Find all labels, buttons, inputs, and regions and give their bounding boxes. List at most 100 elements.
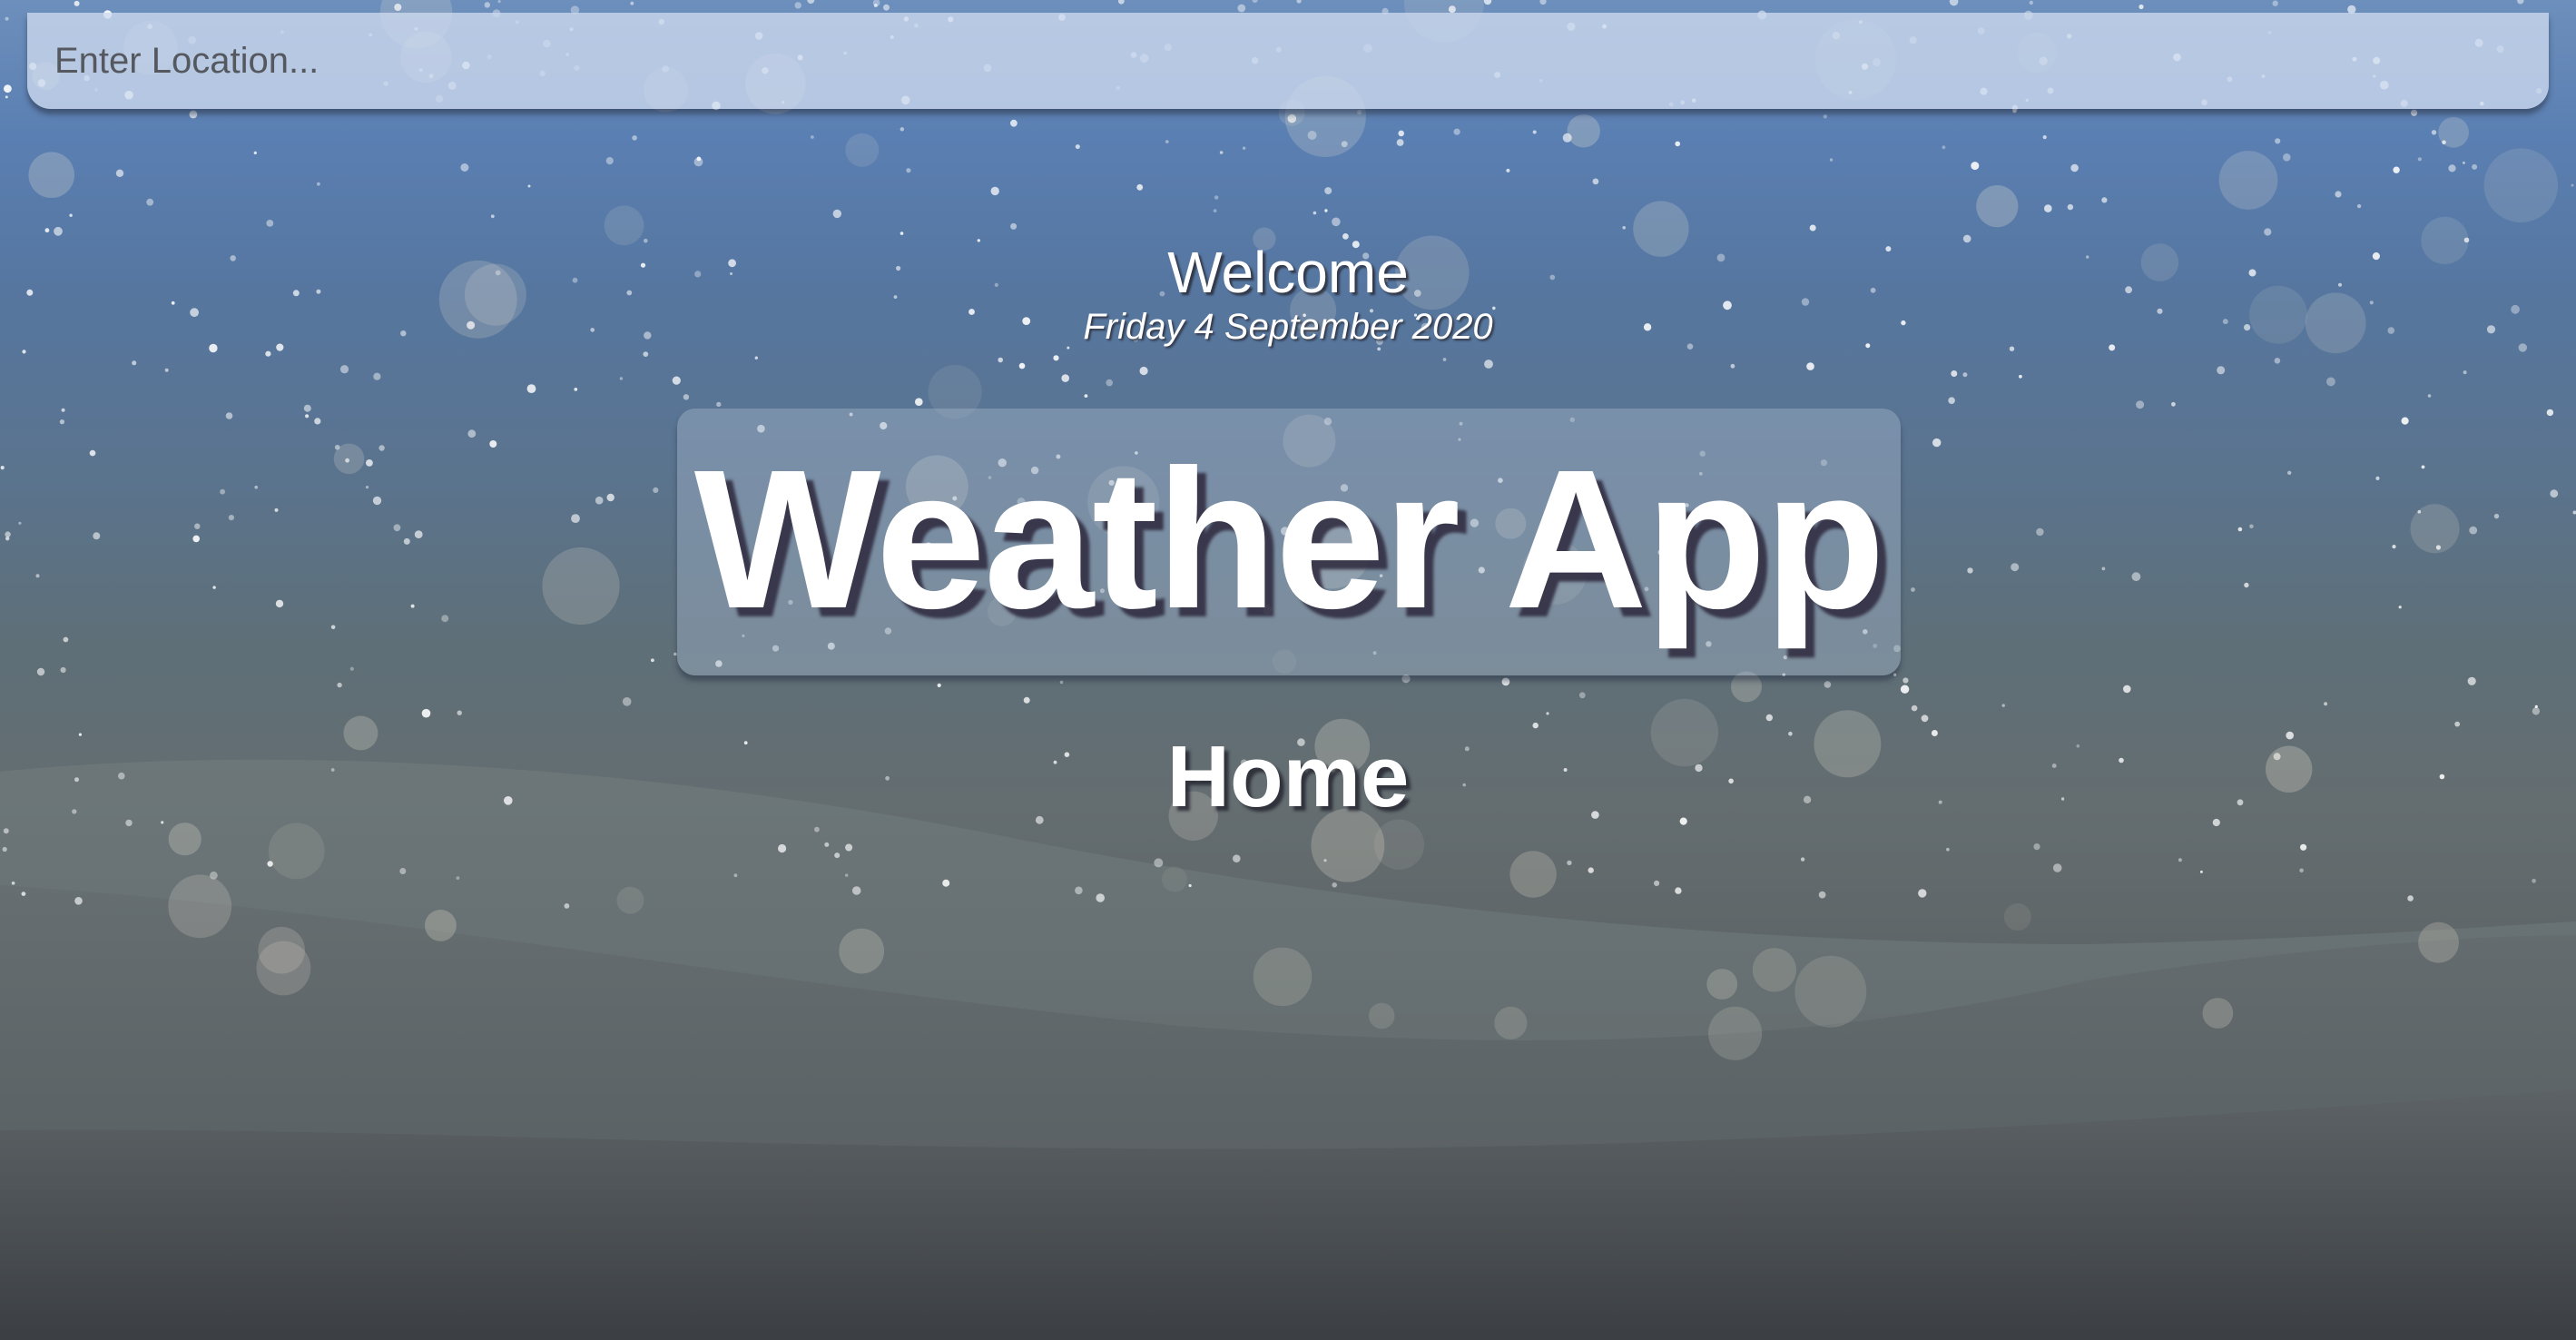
snowflake [851, 886, 861, 895]
blurred-snowflake [425, 910, 457, 941]
snowflake [2283, 153, 2291, 162]
snowflake [571, 514, 580, 523]
snowflake [254, 485, 259, 489]
snowflake [606, 493, 615, 502]
snowflake [915, 398, 923, 407]
snowflake [1018, 362, 1026, 369]
snowflake [1453, 128, 1460, 135]
blurred-snowflake [1752, 948, 1796, 992]
snowflake [373, 372, 381, 380]
snowflake [1911, 587, 1915, 592]
blurred-snowflake [168, 823, 202, 856]
snowflake [2237, 527, 2243, 532]
snowflake [1946, 847, 1950, 852]
location-search-input[interactable] [27, 13, 2549, 109]
snowflake [192, 535, 200, 543]
snowflake [834, 852, 841, 859]
snowflake [2335, 191, 2342, 198]
snowflake [2517, 0, 2524, 5]
snowflake [22, 350, 26, 354]
snowflake [399, 868, 407, 874]
snowflake [1075, 144, 1080, 150]
blurred-snowflake [1976, 185, 2019, 228]
snowflake [194, 523, 201, 529]
snowflake [266, 220, 274, 227]
snowflake [171, 301, 175, 305]
blurred-snowflake [1253, 947, 1313, 1007]
snowflake [630, 1, 634, 5]
snowflake [1010, 119, 1018, 127]
snowflake [489, 440, 497, 448]
snowflake [2401, 417, 2409, 425]
snowflake [220, 488, 226, 495]
snowflake [1324, 209, 1328, 212]
blurred-snowflake [1731, 671, 1762, 703]
snowflake [2274, 358, 2281, 364]
snowflake [467, 429, 477, 438]
welcome-heading: Welcome [1167, 240, 1409, 305]
snowflake [1967, 567, 1973, 574]
snowflake [2070, 163, 2079, 172]
snowflake [2392, 545, 2396, 549]
snowflake [2109, 344, 2116, 351]
snowflake [5, 95, 8, 99]
snowflake [845, 873, 849, 877]
snowflake [574, 388, 578, 391]
snowflake [2407, 895, 2414, 902]
snowflake [1252, 0, 1258, 4]
snowflake [605, 157, 614, 165]
snowflake [622, 697, 632, 706]
snowflake [21, 892, 26, 896]
blurred-snowflake [1494, 1006, 1528, 1039]
snowflake [1654, 880, 1660, 887]
snowflake [900, 232, 904, 235]
app-title-panel: Weather App [677, 409, 1901, 675]
snowflake [1219, 151, 1224, 154]
snowflake [906, 168, 911, 173]
snowflake [2300, 843, 2307, 851]
snowflake [2067, 203, 2074, 211]
snowflake [1442, 358, 1447, 361]
snowflake [1117, 0, 1125, 5]
snowflake [1675, 887, 1682, 894]
section-heading-home: Home [1166, 728, 1410, 825]
snowflake [1324, 187, 1332, 195]
snowflake [1932, 438, 1942, 448]
snowflake [527, 184, 531, 188]
snowflake [36, 667, 45, 676]
blurred-snowflake [333, 443, 365, 475]
snowflake [1506, 168, 1510, 172]
snowflake [115, 169, 124, 177]
blurred-snowflake [1794, 955, 1867, 1028]
snowflake [2356, 203, 2362, 209]
snowflake [643, 351, 649, 357]
snowflake [2, 846, 7, 852]
snowflake [832, 209, 841, 219]
snowflake [379, 445, 385, 451]
snowflake [1313, 211, 1317, 215]
snowflake [456, 876, 460, 880]
snowflake [1010, 222, 1018, 230]
snowflake [54, 226, 63, 236]
snowflake [1823, 114, 1828, 119]
snowflake [1484, 360, 1493, 369]
snowflake [2044, 204, 2052, 212]
snowflake [330, 625, 336, 630]
snowflake [1588, 867, 1594, 873]
snowflake [811, 135, 814, 139]
snowflake [484, 2, 490, 8]
snowflake [393, 524, 401, 532]
app-title: Weather App [693, 429, 1885, 650]
location-search-bar[interactable] [27, 13, 2549, 109]
snowflake [778, 843, 787, 853]
snowflake [44, 228, 50, 233]
blurred-snowflake [2003, 903, 2031, 931]
snowflake [5, 16, 9, 21]
snowflake [2244, 582, 2249, 588]
snowflake [2469, 526, 2478, 535]
snowflake [1396, 139, 1404, 146]
snowflake [2417, 157, 2422, 162]
blurred-snowflake [2410, 504, 2460, 554]
snowflake [146, 198, 154, 206]
blurred-snowflake [1567, 114, 1600, 148]
